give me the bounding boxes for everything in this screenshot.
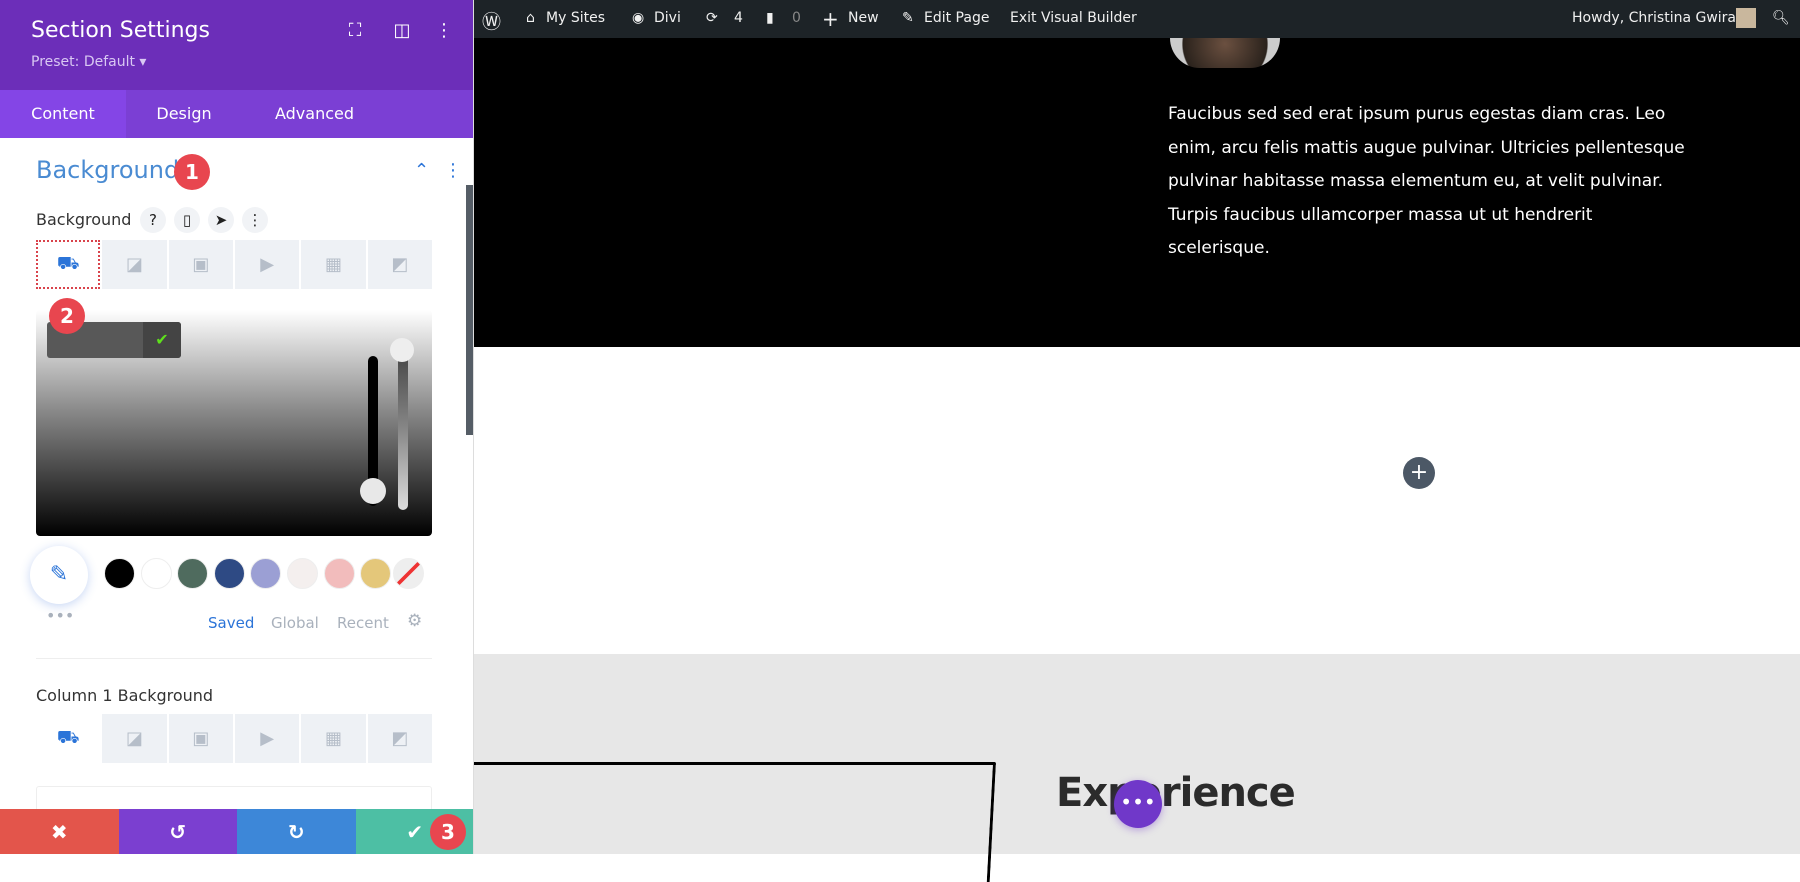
fullscreen-icon[interactable]: ⛶: [343, 20, 367, 41]
tab-advanced[interactable]: Advanced: [242, 90, 387, 138]
comments-icon: ▮: [766, 10, 774, 26]
divi-icon: ◉: [632, 10, 645, 26]
pencil-icon: ✎: [902, 10, 914, 26]
color-swatch[interactable]: [323, 558, 355, 589]
color-fill-icon[interactable]: ⛟: [36, 714, 101, 763]
image-icon[interactable]: ▣: [168, 240, 233, 289]
divider: [36, 658, 432, 659]
color-swatch[interactable]: [140, 558, 172, 589]
color-swatch[interactable]: [104, 558, 135, 589]
undo-icon[interactable]: ↺: [118, 809, 237, 854]
decorative-frame: [467, 762, 996, 882]
palette-more-icon[interactable]: •••: [46, 606, 74, 625]
redo-icon[interactable]: ↻: [237, 809, 356, 854]
video-icon[interactable]: ▶: [234, 240, 300, 289]
background-section-title[interactable]: Background: [36, 156, 179, 184]
color-picker[interactable]: ✔: [36, 310, 432, 536]
hue-slider-handle[interactable]: [360, 478, 386, 504]
tab-content[interactable]: Content: [0, 90, 126, 138]
my-sites-icon: ⌂: [526, 10, 535, 26]
preset-dropdown[interactable]: Preset: Default ▾: [31, 54, 146, 70]
wp-admin-bar: Ⓦ ⌂ My Sites ◉ Divi ⟳ 4 ▮ 0 + New ✎ Edit…: [474, 0, 1800, 38]
color-swatch[interactable]: [177, 558, 209, 589]
color-swatch[interactable]: [250, 558, 282, 589]
plus-icon: +: [822, 7, 839, 31]
search-icon[interactable]: 🔍︎: [1772, 10, 1790, 26]
bg-more-icon[interactable]: ⋮: [242, 207, 268, 233]
opacity-slider[interactable]: [398, 350, 408, 510]
panel-header: Section Settings Preset: Default ▾ ⛶ ◫ ⋮: [0, 0, 473, 90]
collapse-chevron-icon[interactable]: ⌃: [414, 160, 429, 181]
comments-count[interactable]: 0: [792, 10, 801, 26]
video-icon[interactable]: ▶: [234, 714, 300, 763]
image-icon[interactable]: ▣: [168, 714, 233, 763]
split-view-icon[interactable]: ◫: [390, 20, 414, 41]
my-sites-link[interactable]: My Sites: [546, 10, 605, 26]
user-avatar[interactable]: [1736, 8, 1756, 28]
panel-scrollbar[interactable]: [466, 185, 473, 435]
pattern-icon[interactable]: ▦: [301, 714, 366, 763]
opacity-slider-handle[interactable]: [390, 338, 414, 362]
exit-visual-builder-link[interactable]: Exit Visual Builder: [1010, 10, 1137, 26]
updates-count[interactable]: 4: [734, 10, 743, 26]
edit-page-link[interactable]: Edit Page: [924, 10, 989, 26]
help-icon[interactable]: ?: [140, 207, 166, 233]
wordpress-logo-icon[interactable]: Ⓦ: [482, 7, 501, 34]
new-link[interactable]: New: [848, 10, 879, 26]
gradient-icon[interactable]: ◪: [102, 240, 167, 289]
recent-colors-link[interactable]: Recent: [337, 614, 389, 632]
clear-color-swatch[interactable]: [393, 558, 424, 589]
experience-heading: Experience: [1056, 770, 1296, 816]
column-background-type-tabs: ⛟ ◪ ▣ ▶ ▦ ◩: [36, 714, 432, 763]
panel-action-bar: ✖ ↺ ↻ ✔: [0, 809, 473, 854]
color-swatch[interactable]: [287, 558, 318, 589]
step-badge-1: 1: [174, 154, 210, 190]
mask-icon[interactable]: ◩: [367, 714, 432, 763]
palette-settings-gear-icon[interactable]: ⚙: [407, 611, 422, 631]
discard-close-icon[interactable]: ✖: [0, 809, 119, 854]
more-options-icon[interactable]: ⋮: [432, 20, 456, 41]
step-badge-2: 2: [49, 298, 85, 334]
panel-title: Section Settings: [31, 18, 210, 43]
tab-design[interactable]: Design: [126, 90, 242, 138]
color-swatch[interactable]: [213, 558, 245, 589]
hover-cursor-icon[interactable]: ➤: [208, 207, 234, 233]
background-label: Background: [36, 210, 132, 229]
section-settings-panel: Section Settings Preset: Default ▾ ⛶ ◫ ⋮…: [0, 0, 474, 854]
saved-colors-link[interactable]: Saved: [208, 614, 254, 632]
column-1-background-label: Column 1 Background: [36, 686, 214, 705]
global-colors-link[interactable]: Global: [271, 614, 319, 632]
eyedropper-icon[interactable]: ✎: [30, 546, 88, 604]
user-greeting[interactable]: Howdy, Christina Gwira: [1572, 10, 1736, 26]
panel-tabs: Content Design Advanced: [0, 90, 473, 138]
add-module-button[interactable]: +: [1403, 457, 1435, 489]
updates-icon: ⟳: [706, 10, 718, 26]
empty-section: [474, 347, 1800, 654]
section-more-icon[interactable]: ⋮: [444, 160, 462, 181]
step-badge-3: 3: [430, 814, 466, 850]
profile-photo: [1170, 38, 1280, 68]
builder-menu-button[interactable]: •••: [1114, 780, 1162, 828]
divi-link[interactable]: Divi: [654, 10, 681, 26]
mask-icon[interactable]: ◩: [367, 240, 432, 289]
responsive-phone-icon[interactable]: ▯: [174, 207, 200, 233]
color-fill-icon[interactable]: ⛟: [36, 240, 101, 289]
pattern-icon[interactable]: ▦: [301, 240, 366, 289]
gradient-icon[interactable]: ◪: [102, 714, 167, 763]
background-type-tabs: ⛟ ◪ ▣ ▶ ▦ ◩: [36, 240, 432, 289]
color-swatch[interactable]: [360, 558, 392, 589]
bio-paragraph: Faucibus sed sed erat ipsum purus egesta…: [1168, 104, 1685, 258]
confirm-check-icon[interactable]: ✔: [143, 322, 181, 358]
